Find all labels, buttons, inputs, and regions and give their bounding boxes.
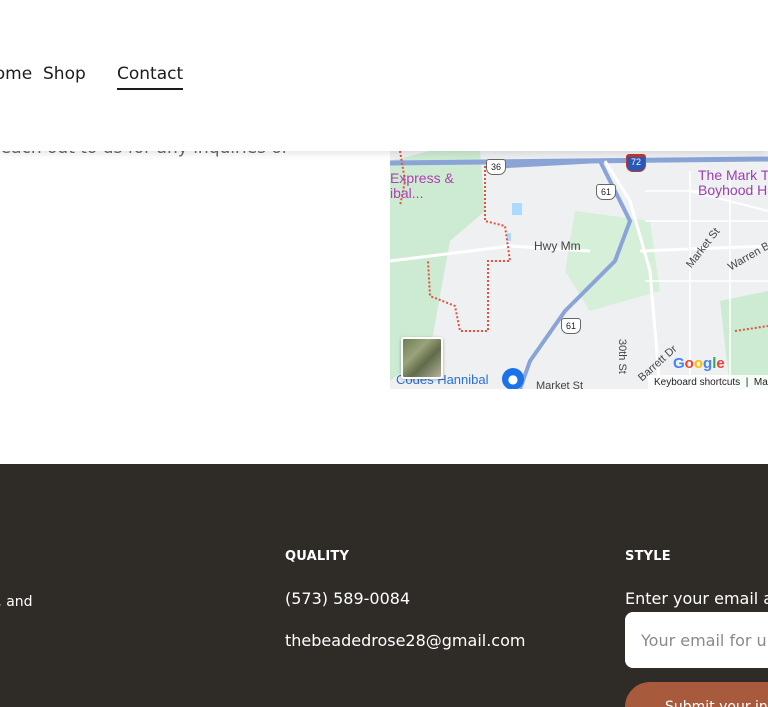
nav-contact[interactable]: Contact	[117, 64, 184, 90]
nav-home[interactable]: Home	[0, 64, 32, 84]
map-poi-mark-twain-line1: The Mark T	[698, 167, 768, 183]
footer-heading-style: STYLE	[625, 549, 671, 564]
site-header: Home Shop Contact	[0, 0, 768, 151]
footer-email-link[interactable]: thebeadedrose28@gmail.com	[285, 631, 525, 650]
footer-blurb: s, and	[0, 594, 33, 610]
footer-phone-link[interactable]: (573) 589-0084	[285, 589, 410, 608]
newsletter-submit-button[interactable]: Submit your in	[625, 682, 768, 707]
highway-shield-61-south: 61	[561, 318, 581, 334]
lock-pin-icon[interactable]: ●	[502, 368, 524, 389]
map-road-market-st-2: Market St	[536, 380, 584, 389]
satellite-toggle-thumbnail[interactable]	[401, 337, 443, 379]
site-footer: s, and QUALITY (573) 589-0084 thebeadedr…	[0, 464, 768, 707]
map-poi-express-line2: ibal...	[390, 185, 424, 201]
interstate-shield-72: 72	[626, 154, 646, 172]
map-poi-mark-twain: The Mark T Boyhood Ho	[698, 168, 768, 198]
footer-heading-quality: QUALITY	[285, 549, 350, 564]
map-poi-express-line1: Express &	[390, 170, 454, 186]
map-attribution-bar: Keyboard shortcuts | Map	[648, 375, 768, 389]
nav-shop[interactable]: Shop	[43, 64, 86, 84]
location-map[interactable]: Express & ibal... The Mark T Boyhood Ho …	[390, 151, 768, 389]
newsletter-label: Enter your email a	[625, 589, 768, 608]
map-data-link[interactable]: Map	[754, 377, 768, 388]
highway-shield-36: 36	[486, 159, 506, 175]
map-road-hwy-mm: Hwy Mm	[534, 239, 581, 253]
map-road-30th: 30th St	[616, 339, 628, 374]
map-poi-mark-twain-line2: Boyhood Ho	[698, 182, 768, 198]
keyboard-shortcuts-link[interactable]: Keyboard shortcuts	[654, 377, 740, 388]
highway-shield-61: 61	[596, 184, 616, 200]
newsletter-email-input[interactable]	[625, 612, 768, 668]
map-poi-express: Express & ibal...	[390, 171, 454, 201]
google-logo: Google	[673, 355, 725, 372]
